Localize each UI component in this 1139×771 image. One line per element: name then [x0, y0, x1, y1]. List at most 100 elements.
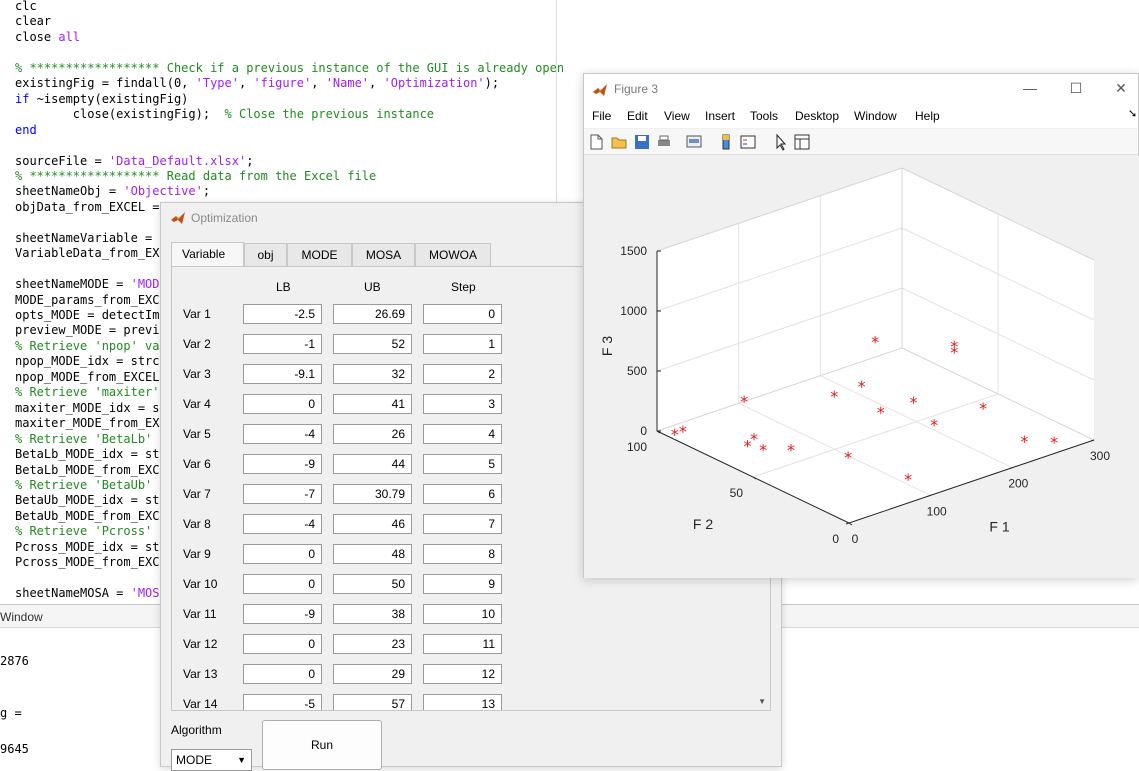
- lb-field[interactable]: -7: [243, 484, 322, 504]
- code-token: maxiter_MODE_idx = s: [15, 400, 160, 415]
- data-point: *: [858, 377, 866, 396]
- step-field[interactable]: 13: [423, 694, 502, 710]
- step-field[interactable]: 1: [423, 334, 502, 354]
- ub-field[interactable]: 52: [333, 334, 412, 354]
- colorbar-icon[interactable]: [717, 133, 735, 151]
- tab-obj[interactable]: obj: [244, 243, 287, 267]
- code-line: npop_MODE_idx = strc: [15, 354, 160, 369]
- menu-file[interactable]: File: [592, 109, 611, 123]
- step-field[interactable]: 5: [423, 454, 502, 474]
- lb-field[interactable]: 0: [243, 664, 322, 684]
- matlab-icon: [593, 84, 607, 96]
- property-inspector-icon[interactable]: [793, 133, 811, 151]
- ub-field[interactable]: 57: [333, 694, 412, 710]
- lb-field[interactable]: -4: [243, 514, 322, 534]
- lb-field[interactable]: 0: [243, 634, 322, 654]
- tab-mode[interactable]: MODE: [287, 243, 352, 267]
- ub-field[interactable]: 23: [333, 634, 412, 654]
- run-button[interactable]: Run: [262, 720, 382, 770]
- tab-mosa[interactable]: MOSA: [352, 243, 415, 267]
- minimize-icon[interactable]: —: [1020, 80, 1040, 96]
- pointer-icon[interactable]: [772, 133, 790, 151]
- menu-help[interactable]: Help: [915, 109, 940, 123]
- close-icon[interactable]: ✕: [1111, 80, 1131, 97]
- algorithm-select[interactable]: MODE ▼: [171, 749, 252, 771]
- step-field[interactable]: 11: [423, 634, 502, 654]
- step-field[interactable]: 3: [423, 394, 502, 414]
- lb-field[interactable]: -2.5: [243, 304, 322, 324]
- ub-field[interactable]: 38: [333, 604, 412, 624]
- code-token: ,: [238, 76, 254, 91]
- code-token: 'Data_Default.xlsx': [108, 153, 247, 168]
- step-field[interactable]: 10: [423, 604, 502, 624]
- code-token: );: [484, 76, 500, 91]
- lb-field[interactable]: -1: [243, 334, 322, 354]
- new-file-icon[interactable]: [587, 133, 605, 151]
- step-field[interactable]: 8: [423, 544, 502, 564]
- menu-desktop[interactable]: Desktop: [795, 109, 839, 123]
- tab-mowoa[interactable]: MOWOA: [415, 243, 491, 267]
- ub-field[interactable]: 50: [333, 574, 412, 594]
- step-field[interactable]: 2: [423, 364, 502, 384]
- ub-field[interactable]: 29: [333, 664, 412, 684]
- code-line: clc: [15, 0, 37, 14]
- lb-field[interactable]: -9: [243, 604, 322, 624]
- tab-variable[interactable]: Variable: [171, 242, 244, 268]
- step-field[interactable]: 0: [423, 304, 502, 324]
- save-icon[interactable]: [633, 133, 651, 151]
- lb-field[interactable]: 0: [243, 394, 322, 414]
- menu-view[interactable]: View: [664, 109, 690, 123]
- code-line: objData_from_EXCEL =: [15, 200, 167, 215]
- code-token: ;: [246, 153, 254, 168]
- code-token: sheetNameObj =: [15, 184, 124, 199]
- lb-field[interactable]: -9.1: [243, 364, 322, 384]
- ub-field[interactable]: 48: [333, 544, 412, 564]
- code-line: % ****************** Read data from the …: [15, 169, 376, 184]
- step-field[interactable]: 4: [423, 424, 502, 444]
- menu-edit[interactable]: Edit: [627, 109, 648, 123]
- code-token: preview_MODE = previ: [15, 323, 160, 338]
- scatter3d-plot[interactable]: 0100200300050100050010001500F 1F 2F 3* **…: [584, 156, 1139, 578]
- step-field[interactable]: 7: [423, 514, 502, 534]
- open-folder-icon[interactable]: [610, 133, 628, 151]
- code-line: BetaLb_MODE_from_EXC: [15, 463, 160, 478]
- code-token: sourceFile =: [15, 153, 109, 168]
- code-token: sheetNameMOSA =: [15, 586, 131, 601]
- menu-window[interactable]: Window: [854, 109, 897, 123]
- code-token: % Close the previous instance: [224, 107, 435, 122]
- code-token: maxiter_MODE_from_EX: [15, 416, 160, 431]
- code-token: objData_from_EXCEL =: [15, 199, 167, 214]
- maximize-icon[interactable]: ☐: [1066, 80, 1086, 97]
- lb-field[interactable]: 0: [243, 544, 322, 564]
- menu-tools[interactable]: Tools: [750, 109, 778, 123]
- menu-insert[interactable]: Insert: [705, 109, 735, 123]
- code-token: clear: [15, 14, 52, 29]
- data-point: *: [759, 440, 767, 459]
- lb-field[interactable]: -9: [243, 454, 322, 474]
- dock-arrow-icon[interactable]: ➘: [1128, 107, 1137, 120]
- scroll-down-icon[interactable]: ▼: [758, 697, 766, 706]
- column-header-lb: LB: [276, 280, 291, 294]
- lb-field[interactable]: -5: [243, 694, 322, 710]
- code-line: % ****************** Check if a previous…: [15, 61, 564, 76]
- ub-field[interactable]: 46: [333, 514, 412, 534]
- command-output-line: g =: [0, 706, 22, 720]
- print-icon[interactable]: [655, 133, 673, 151]
- plot-area[interactable]: 0 100 200 300 0 50 100 0 500 1000 1500 F 1F 2F 3 * * *…: [584, 156, 1139, 578]
- figure-title-bar[interactable]: Figure 3 — ☐ ✕: [584, 74, 1138, 104]
- lb-field[interactable]: 0: [243, 574, 322, 594]
- ub-field[interactable]: 44: [333, 454, 412, 474]
- step-field[interactable]: 9: [423, 574, 502, 594]
- legend-icon[interactable]: [739, 133, 757, 151]
- code-token: sheetNameMODE =: [15, 277, 131, 292]
- data-point: *: [877, 403, 885, 422]
- step-field[interactable]: 6: [423, 484, 502, 504]
- ub-field[interactable]: 41: [333, 394, 412, 414]
- ub-field[interactable]: 32: [333, 364, 412, 384]
- ub-field[interactable]: 30.79: [333, 484, 412, 504]
- step-field[interactable]: 12: [423, 664, 502, 684]
- ub-field[interactable]: 26.69: [333, 304, 412, 324]
- lb-field[interactable]: -4: [243, 424, 322, 444]
- print-preview-icon[interactable]: [685, 133, 703, 151]
- ub-field[interactable]: 26: [333, 424, 412, 444]
